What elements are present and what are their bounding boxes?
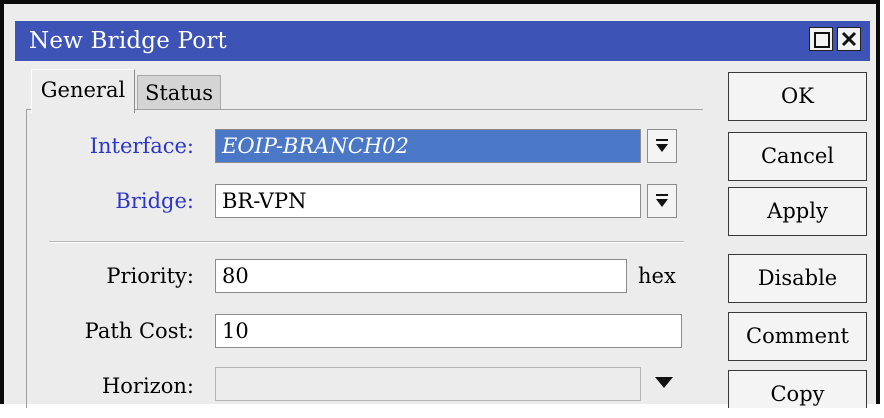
dropdown-arrow-icon	[656, 139, 668, 152]
copy-button[interactable]: Copy	[728, 370, 867, 408]
ok-button[interactable]: OK	[728, 72, 867, 121]
bridge-field[interactable]: BR-VPN	[215, 184, 641, 218]
window-title: New Bridge Port	[29, 28, 227, 54]
apply-button[interactable]: Apply	[728, 187, 867, 236]
maximize-icon[interactable]	[809, 27, 833, 51]
tab-general[interactable]: General	[31, 69, 135, 113]
interface-field[interactable]: EOIP-BRANCH02	[215, 129, 641, 163]
title-bar[interactable]: New Bridge Port	[15, 21, 870, 61]
priority-unit: hex	[638, 264, 676, 288]
horizon-label: Horizon:	[101, 374, 194, 398]
horizon-dropdown-icon[interactable]	[655, 377, 673, 389]
close-icon[interactable]	[837, 27, 861, 51]
section-divider	[49, 241, 684, 243]
dropdown-arrow-icon	[656, 194, 668, 207]
cancel-button[interactable]: Cancel	[728, 132, 867, 181]
priority-field[interactable]: 80	[215, 259, 627, 293]
comment-button[interactable]: Comment	[728, 312, 867, 361]
path-cost-field[interactable]: 10	[215, 314, 682, 348]
interface-label: Interface:	[89, 134, 194, 158]
bridge-label: Bridge:	[115, 189, 194, 213]
bridge-dropdown-button[interactable]	[647, 184, 677, 218]
interface-dropdown-button[interactable]	[647, 129, 677, 163]
tab-status[interactable]: Status	[137, 75, 221, 109]
path-cost-label: Path Cost:	[84, 319, 194, 343]
priority-label: Priority:	[106, 264, 194, 288]
disable-button[interactable]: Disable	[728, 254, 867, 303]
horizon-field[interactable]	[215, 367, 641, 401]
dialog-window: New Bridge Port General Status Interface…	[0, 0, 880, 408]
